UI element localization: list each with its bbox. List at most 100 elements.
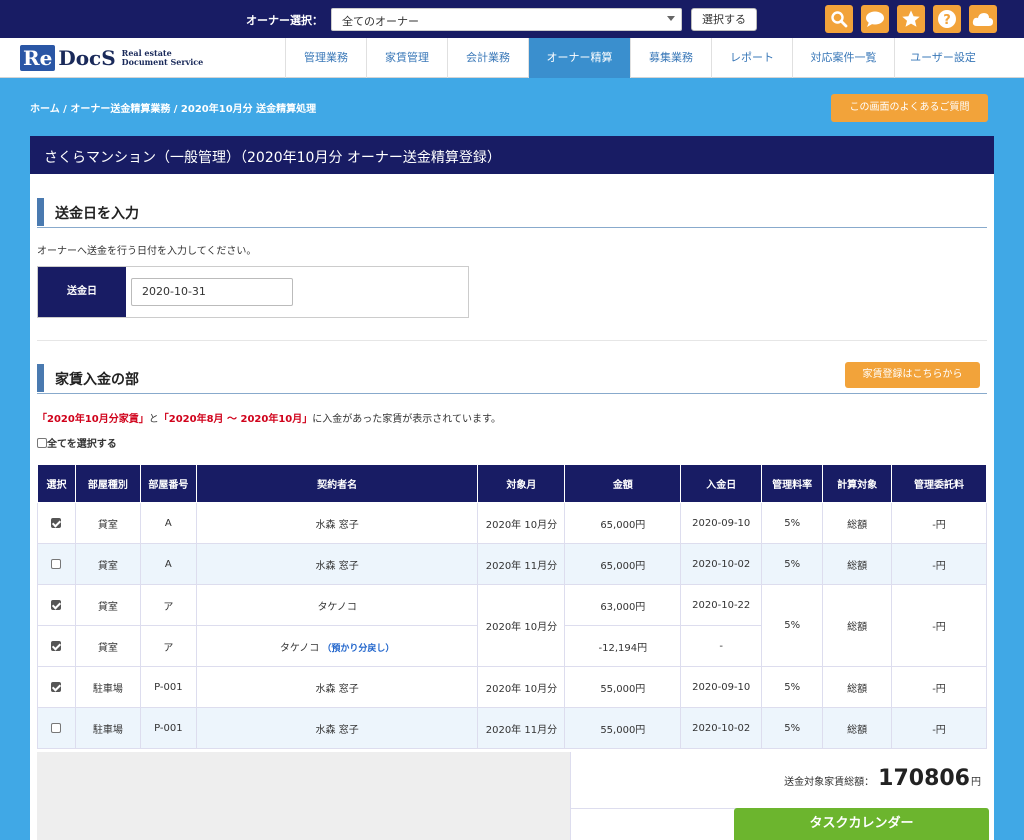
cell-name: タケノコ xyxy=(195,584,479,626)
select-all-label: 全てを選択する xyxy=(47,439,117,450)
select-cell xyxy=(37,707,76,749)
rent-table: 選択 部屋種別 部屋番号 契約者名 対象月 金額 入金日 管理料率 計算対象 管… xyxy=(37,464,987,749)
owner-select-button[interactable]: 選択する xyxy=(691,8,757,31)
owner-select[interactable]: 全てのオーナー xyxy=(331,8,682,31)
table-row: 駐車場 P-001 水森 窓子 2020年 11月分 55,000円 2020-… xyxy=(37,707,987,749)
nav-item-report[interactable]: レポート xyxy=(711,38,792,78)
page-title: さくらマンション（一般管理）（2020年10月分 オーナー送金精算登録） xyxy=(30,136,994,174)
table-header-row: 選択 部屋種別 部屋番号 契約者名 対象月 金額 入金日 管理料率 計算対象 管… xyxy=(37,464,987,503)
cell-room: ア xyxy=(139,625,197,667)
row-checkbox[interactable] xyxy=(51,558,62,569)
cell-type: 貸室 xyxy=(74,502,141,544)
total-row: 送金対象家賃総額： 170806 円 xyxy=(784,766,981,791)
cell-fee: -円 xyxy=(891,543,987,585)
col-header: 計算対象 xyxy=(822,464,893,503)
task-calendar-button[interactable]: タスクカレンダー xyxy=(734,808,989,840)
cell-paid-date: 2020-10-22 xyxy=(680,584,763,626)
search-icon[interactable] xyxy=(825,5,853,33)
col-header: 選択 xyxy=(37,464,76,503)
cell-calc: 総額 xyxy=(822,502,893,544)
cell-name: タケノコ （預かり分戻し） xyxy=(195,625,479,667)
select-all[interactable]: 全てを選択する xyxy=(37,435,117,450)
cell-amount: -12,194円 xyxy=(564,625,682,667)
chat-icon[interactable] xyxy=(861,5,889,33)
row-checkbox[interactable] xyxy=(51,599,62,610)
logo-subtitle: Real estate Document Service xyxy=(122,49,204,67)
faq-button[interactable]: この画面のよくあるご質問 xyxy=(831,94,988,122)
cell-amount: 55,000円 xyxy=(564,666,682,708)
divider xyxy=(37,340,987,341)
cell-amount: 63,000円 xyxy=(564,584,682,626)
cell-room: A xyxy=(139,502,197,544)
cell-rate: 5% xyxy=(761,543,824,585)
nav-item-kanri[interactable]: 管理業務 xyxy=(285,38,366,78)
section-title-sokin: 送金日を入力 xyxy=(55,206,139,222)
cell-month: 2020年 10月分 xyxy=(477,502,566,544)
col-header: 契約者名 xyxy=(195,464,479,503)
cell-room: P-001 xyxy=(139,666,197,708)
section-bar xyxy=(37,198,44,226)
cell-fee: -円 xyxy=(891,707,987,749)
nav-item-taiou[interactable]: 対応案件一覧 xyxy=(792,38,894,78)
row-checkbox[interactable] xyxy=(51,722,62,733)
cell-calc: 総額 xyxy=(822,666,893,708)
cell-amount: 65,000円 xyxy=(564,502,682,544)
row-checkbox[interactable] xyxy=(51,517,62,528)
top-bar: オーナー選択： 全てのオーナー 選択する ? xyxy=(0,0,1024,38)
col-header: 管理料率 xyxy=(761,464,824,503)
nav-item-user-settings[interactable]: ユーザー設定 xyxy=(894,38,991,78)
cell-amount: 65,000円 xyxy=(564,543,682,585)
cell-fee: -円 xyxy=(891,666,987,708)
svg-text:?: ? xyxy=(943,13,951,28)
cell-name: 水森 窓子 xyxy=(195,502,479,544)
col-header: 金額 xyxy=(564,464,682,503)
cell-rate: 5% xyxy=(761,502,824,544)
table-row: 貸室 A 水森 窓子 2020年 10月分 65,000円 2020-09-10… xyxy=(37,502,987,544)
row-checkbox[interactable] xyxy=(51,640,62,651)
logo-sub-2: Document Service xyxy=(121,57,204,67)
cell-paid-date: 2020-09-10 xyxy=(680,666,763,708)
cell-month: 2020年 11月分 xyxy=(477,707,566,749)
row-checkbox[interactable] xyxy=(51,681,62,692)
help-icon[interactable]: ? xyxy=(933,5,961,33)
nav-item-yachin[interactable]: 家賃管理 xyxy=(366,38,447,78)
nav-item-boshu[interactable]: 募集業務 xyxy=(630,38,711,78)
desc-and: と xyxy=(148,414,159,425)
name-text: タケノコ xyxy=(279,642,320,654)
logo-re: Re xyxy=(20,45,56,71)
select-cell xyxy=(37,666,76,708)
col-header: 対象月 xyxy=(477,464,566,503)
cell-paid-date: 2020-10-02 xyxy=(680,543,763,585)
select-all-checkbox[interactable] xyxy=(37,437,47,448)
nav-bar: Re DocS Real estate Document Service 管理業… xyxy=(0,38,1024,78)
cell-calc: 総額 xyxy=(822,543,893,585)
cell-room: P-001 xyxy=(139,707,197,749)
desc-target-month: 「2020年10月分家賃」 xyxy=(37,414,149,425)
table-row: 駐車場 P-001 水森 窓子 2020年 10月分 55,000円 2020-… xyxy=(37,666,987,708)
cell-paid-date: - xyxy=(680,625,763,667)
cell-type: 駐車場 xyxy=(74,707,141,749)
total-label: 送金対象家賃総額： xyxy=(784,777,875,788)
cell-type: 貸室 xyxy=(74,625,141,667)
cell-type: 駐車場 xyxy=(74,666,141,708)
section-heading-sokin: 送金日を入力 xyxy=(37,196,987,228)
redocs-logo[interactable]: Re DocS Real estate Document Service xyxy=(20,43,203,73)
star-icon[interactable] xyxy=(897,5,925,33)
yachin-description: 「2020年10月分家賃」と「2020年8月 ～ 2020年10月」に入金があっ… xyxy=(37,410,501,425)
breadcrumb[interactable]: ホーム / オーナー送金精算業務 / 2020年10月分 送金精算処理 xyxy=(30,100,316,115)
sokin-date-input[interactable]: 2020-10-31 xyxy=(131,278,293,306)
cell-paid-date: 2020-10-02 xyxy=(680,707,763,749)
nav-item-owner-seisan[interactable]: オーナー精算 xyxy=(528,38,630,78)
nav-item-kaikei[interactable]: 会計業務 xyxy=(447,38,528,78)
cell-month: 2020年 10月分 xyxy=(477,666,566,708)
sokin-date-label: 送金日 xyxy=(38,267,126,317)
cell-fee: -円 xyxy=(891,584,987,667)
select-cell xyxy=(37,625,76,667)
cell-fee: -円 xyxy=(891,502,987,544)
cell-type: 貸室 xyxy=(74,543,141,585)
select-cell xyxy=(37,584,76,626)
main-nav: 管理業務 家賃管理 会計業務 オーナー精算 募集業務 レポート 対応案件一覧 ユ… xyxy=(285,38,991,78)
rent-register-button[interactable]: 家賃登録はこちらから xyxy=(845,362,980,388)
cloud-icon[interactable] xyxy=(969,5,997,33)
cell-rate: 5% xyxy=(761,584,824,667)
